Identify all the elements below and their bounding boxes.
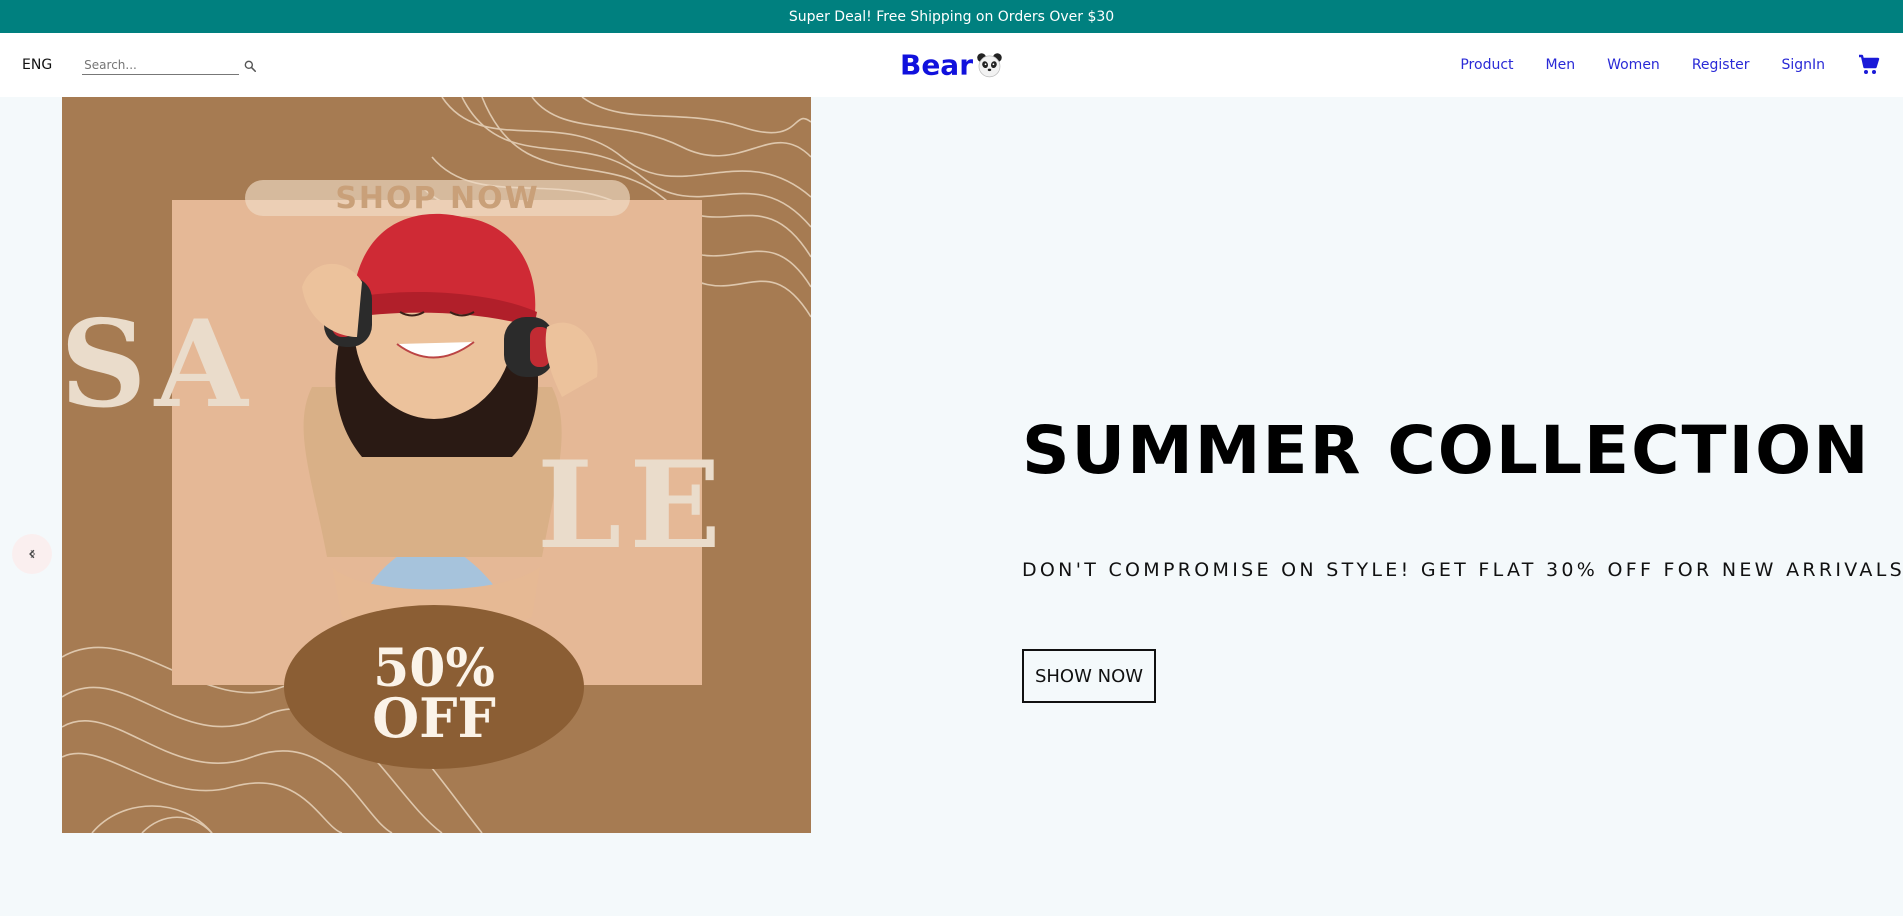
slide-image: SHOP NOW SA LE 50% OFF <box>62 97 811 833</box>
language-selector[interactable]: ENG <box>22 57 52 73</box>
search-container <box>82 55 257 75</box>
nav-left: ENG <box>22 55 257 75</box>
hero-slider: SHOP NOW SA LE 50% OFF SUMMER COLLECTION… <box>0 97 1903 916</box>
nav-link-men[interactable]: Men <box>1546 57 1576 73</box>
show-now-button[interactable]: SHOW NOW <box>1022 649 1156 703</box>
slide-badge-off: OFF <box>372 686 496 750</box>
chevron-left-icon <box>26 545 38 564</box>
slide-sale-text-sa: SA <box>62 294 256 435</box>
search-icon[interactable] <box>243 58 257 73</box>
hero-description: DON'T COMPROMISE ON STYLE! GET FLAT 30% … <box>1022 559 1903 581</box>
search-input[interactable] <box>82 55 240 75</box>
cart-icon[interactable] <box>1857 53 1881 77</box>
logo-text: Bear <box>899 48 974 82</box>
slide-shop-now-text: SHOP NOW <box>335 180 540 216</box>
announcement-bar: Super Deal! Free Shipping on Orders Over… <box>0 0 1903 33</box>
logo[interactable]: Bear <box>900 49 1003 82</box>
navbar: ENG Bear Pr <box>0 33 1903 97</box>
slide-info: SUMMER COLLECTION DON'T COMPROMISE ON ST… <box>1022 97 1903 833</box>
nav-link-register[interactable]: Register <box>1692 57 1750 73</box>
nav-links: Product Men Women Register SignIn <box>1460 53 1881 77</box>
panda-icon <box>975 51 1003 79</box>
nav-link-women[interactable]: Women <box>1607 57 1660 73</box>
nav-link-product[interactable]: Product <box>1460 57 1513 73</box>
slider-prev-button[interactable] <box>12 534 52 574</box>
slide-sale-text-le: LE <box>537 435 729 576</box>
nav-link-signin[interactable]: SignIn <box>1781 57 1825 73</box>
hero-title: SUMMER COLLECTION <box>1022 412 1871 489</box>
announcement-text: Super Deal! Free Shipping on Orders Over… <box>788 8 1115 25</box>
